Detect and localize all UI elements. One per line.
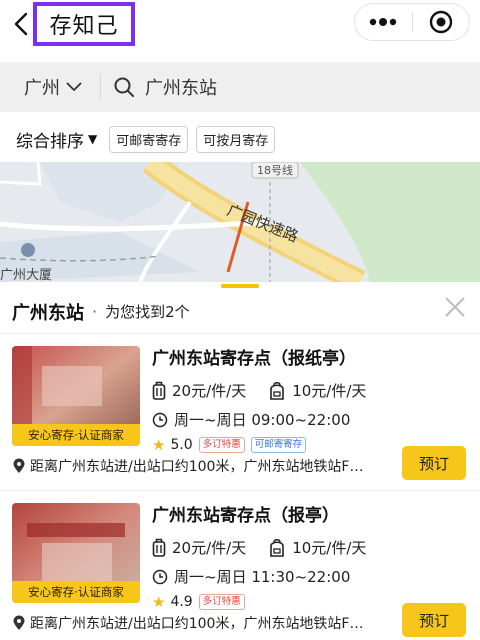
location-pin-icon — [13, 615, 25, 630]
page-title-box: 存知己 — [33, 2, 135, 46]
price-suitcase: 20元/件/天 — [152, 380, 246, 401]
city-label: 广州 — [24, 78, 60, 99]
tag-mail: 可邮寄寄存 — [250, 437, 307, 453]
price-backpack: 10元/件/天 — [268, 537, 366, 558]
backpack-icon — [270, 538, 285, 557]
search-divider — [100, 74, 101, 100]
search-section: 广州 广州东站 — [0, 56, 480, 116]
filter-chip-mail[interactable]: 可邮寄寄存 — [109, 125, 189, 153]
rating-value: 5.0 — [170, 437, 193, 453]
store-name: 广州东站寄存点（报亭） — [152, 506, 339, 526]
map-view[interactable]: 18号线 广园快速路 广州大厦 — [0, 162, 480, 282]
hours-row: 周一~周日 11:30~22:00 — [152, 566, 472, 587]
miniapp-capsule — [354, 3, 470, 41]
map-label-building: 广州大厦 — [0, 268, 52, 282]
search-bar: 广州 广州东站 — [0, 62, 480, 112]
price-suitcase-text: 20元/件/天 — [172, 382, 247, 400]
address-row: 距离广州东站进/出站口约100米，广州东站地铁站F… — [12, 456, 392, 476]
storage-card[interactable]: 安心寄存·认证商家 广州东站寄存点（报亭） 20元/件/天 10元/件/天 周一… — [0, 490, 480, 640]
target-close-icon[interactable] — [412, 4, 469, 40]
hours-text: 周一~周日 09:00~22:00 — [174, 411, 351, 429]
map-label-metro: 18号线 — [257, 163, 293, 177]
result-header: 广州东站 · 为您找到2个 — [0, 290, 480, 334]
store-info: 广州东站寄存点（报亭） 20元/件/天 10元/件/天 周一~周日 11:30~… — [152, 503, 472, 611]
sheet-handle[interactable] — [221, 284, 259, 288]
price-row: 20元/件/天 10元/件/天 — [152, 380, 472, 401]
price-backpack-text: 10元/件/天 — [292, 539, 367, 557]
star-icon: ★ — [152, 593, 166, 611]
hours-text: 周一~周日 11:30~22:00 — [174, 568, 351, 586]
price-row: 20元/件/天 10元/件/天 — [152, 537, 472, 558]
clock-icon — [152, 569, 168, 584]
suitcase-icon — [152, 538, 166, 557]
close-icon[interactable] — [444, 296, 466, 318]
price-backpack-text: 10元/件/天 — [292, 382, 367, 400]
storage-card[interactable]: 安心寄存·认证商家 广州东站寄存点（报纸亭） 20元/件/天 10元/件/天 周… — [0, 334, 480, 490]
map-canvas: 18号线 广园快速路 广州大厦 — [0, 162, 480, 282]
store-photo: 安心寄存·认证商家 — [12, 346, 140, 446]
book-button[interactable]: 预订 — [402, 446, 466, 480]
verified-badge: 安心寄存·认证商家 — [12, 581, 140, 603]
address-text: 距离广州东站进/出站口约100米，广州东站地铁站F… — [30, 459, 364, 475]
page: 存知己 广州 广州东站 综合排序 ▼ 可邮寄寄存 可按月寄存 18号线 广园快速… — [0, 0, 480, 640]
page-title: 存知己 — [49, 14, 119, 39]
building-icon — [21, 243, 35, 257]
back-arrow-icon[interactable] — [10, 10, 34, 38]
search-input[interactable]: 广州东站 — [145, 74, 217, 100]
price-suitcase-text: 20元/件/天 — [172, 539, 247, 557]
suitcase-icon — [152, 381, 166, 400]
rating-value: 4.9 — [170, 594, 193, 610]
city-selector[interactable]: 广州 — [0, 74, 100, 100]
result-count: 为您找到2个 — [105, 303, 190, 321]
tag-discount: 多订特惠 — [198, 437, 245, 453]
address-row: 距离广州东站进/出站口约100米，广州东站地铁站F… — [12, 613, 392, 633]
filter-bar: 综合排序 ▼ 可邮寄寄存 可按月寄存 — [0, 116, 480, 162]
sort-dropdown[interactable]: 综合排序 ▼ — [16, 127, 97, 152]
address-text: 距离广州东站进/出站口约100米，广州东站地铁站F… — [30, 616, 364, 632]
search-icon — [114, 77, 134, 97]
result-station: 广州东站 — [12, 302, 84, 324]
price-backpack: 10元/件/天 — [268, 380, 366, 401]
price-suitcase: 20元/件/天 — [152, 537, 246, 558]
location-pin-icon — [13, 458, 25, 473]
verified-badge: 安心寄存·认证商家 — [12, 424, 140, 446]
clock-icon — [152, 412, 168, 427]
filter-chip-monthly[interactable]: 可按月寄存 — [196, 125, 276, 153]
sort-label: 综合排序 — [16, 131, 84, 152]
chevron-down-icon — [66, 82, 82, 91]
caret-down-icon: ▼ — [88, 132, 98, 146]
book-button[interactable]: 预订 — [402, 603, 466, 637]
more-dots-icon[interactable] — [355, 4, 412, 40]
separator-dot: · — [92, 302, 98, 321]
result-sheet: 广州东站 · 为您找到2个 安心寄存·认证商家 广州东站寄存点（报纸亭） 20元… — [0, 282, 480, 640]
top-bar: 存知己 — [0, 0, 480, 56]
store-name: 广州东站寄存点（报纸亭） — [152, 349, 356, 369]
store-info: 广州东站寄存点（报纸亭） 20元/件/天 10元/件/天 周一~周日 09:00… — [152, 346, 472, 454]
store-photo: 安心寄存·认证商家 — [12, 503, 140, 603]
hours-row: 周一~周日 09:00~22:00 — [152, 409, 472, 430]
tag-discount: 多订特惠 — [198, 594, 245, 610]
backpack-icon — [270, 381, 285, 400]
star-icon: ★ — [152, 436, 166, 454]
